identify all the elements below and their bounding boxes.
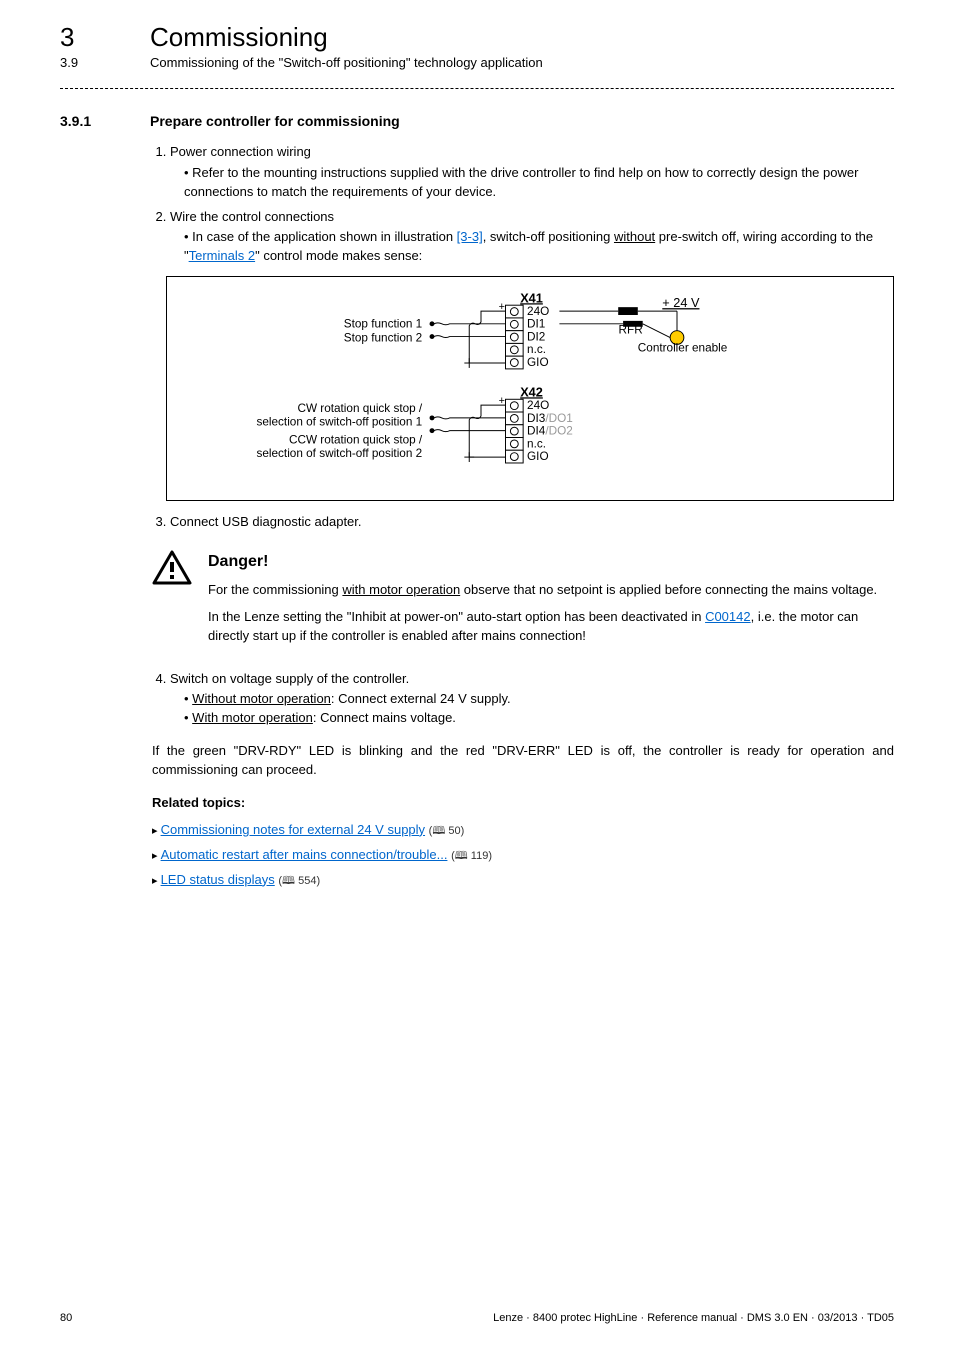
page-number: 80 [60,1312,72,1324]
ccw-quick-stop-label-1: CCW rotation quick stop / [289,433,423,446]
related-item-1: Commissioning notes for external 24 V su… [152,821,894,840]
related-link-1[interactable]: Commissioning notes for external 24 V su… [161,822,425,837]
step-3: Connect USB diagnostic adapter. [170,513,894,532]
x42-pin-24o: 24O [527,399,549,412]
chapter-title: Commissioning [150,22,328,53]
cw-quick-stop-label-1: CW rotation quick stop / [297,402,422,415]
page-ref-3: (🕮 554) [278,875,320,887]
terminals-link[interactable]: Terminals 2 [189,248,255,263]
step-1-bullet: Refer to the mounting instructions suppl… [184,164,894,202]
step-3-label: Connect USB diagnostic adapter. [170,514,362,529]
wiring-diagram: X41 + 24O DI1 DI2 n.c. GIO [166,276,894,501]
related-link-2[interactable]: Automatic restart after mains connection… [161,847,448,862]
related-item-3: LED status displays (🕮 554) [152,871,894,890]
step-1-label: Power connection wiring [170,144,311,159]
step-4: Switch on voltage supply of the controll… [170,670,894,729]
illustration-link[interactable]: [3-3] [457,229,483,244]
danger-paragraph-1: For the commissioning with motor operati… [208,581,894,600]
x42-pin-gio: GIO [527,450,549,463]
wiring-diagram-svg: X41 + 24O DI1 DI2 n.c. GIO [187,289,873,488]
warning-triangle-icon [152,550,192,586]
voltage-24v-label: + 24 V [662,295,700,310]
c00142-link[interactable]: C00142 [705,609,751,624]
x41-pin-gio: GIO [527,356,549,369]
step-1: Power connection wiring Refer to the mou… [170,143,894,202]
page-ref-2: (🕮 119) [451,850,492,862]
x41-pin-24o: 24O [527,305,549,318]
step-2: Wire the control connections In case of … [170,208,894,502]
x41-pin-nc: n.c. [527,343,546,356]
x41-pin-di1: DI1 [527,318,545,331]
danger-paragraph-2: In the Lenze setting the "Inhibit at pow… [208,608,894,646]
x42-terminal-block [506,399,524,463]
danger-notice: Danger! For the commissioning with motor… [152,550,894,654]
controller-enable-label: Controller enable [638,341,728,354]
step-4-bullet-1: Without motor operation: Connect externa… [184,690,894,709]
step-2-label: Wire the control connections [170,209,334,224]
x41-label: X41 [520,290,543,305]
rfr-label: RFR [619,324,643,337]
related-link-3[interactable]: LED status displays [161,872,275,887]
subsection-title: Prepare controller for commissioning [150,113,400,129]
stop-function-2-label: Stop function 2 [344,332,422,345]
step-2-bullet: In case of the application shown in illu… [184,228,894,266]
step-4-label: Switch on voltage supply of the controll… [170,671,409,686]
closing-paragraph: If the green "DRV-RDY" LED is blinking a… [152,742,894,780]
ccw-quick-stop-label-2: selection of switch-off position 2 [257,447,423,460]
x42-pin-di3: DI3/DO1 [527,412,573,425]
subsection-number: 3.9.1 [60,113,110,129]
voltage-block-icon [618,307,638,315]
x41-terminal-block [506,305,524,369]
x42-pin-di4: DI4/DO2 [527,425,573,438]
step-2-underline: without [614,229,655,244]
x42-label: X42 [520,384,543,399]
x41-pin-di2: DI2 [527,331,545,344]
related-item-2: Automatic restart after mains connection… [152,846,894,865]
page-ref-1: (🕮 50) [429,825,465,837]
section-title: Commissioning of the "Switch-off positio… [150,55,543,70]
step-4-bullet-2: With motor operation: Connect mains volt… [184,709,894,728]
divider [60,88,894,89]
footer-info: Lenze · 8400 protec HighLine · Reference… [493,1312,894,1324]
cw-quick-stop-label-2: selection of switch-off position 1 [257,416,423,429]
step-2-text: , switch-off positioning [483,229,614,244]
step-2-text: " control mode makes sense: [255,248,422,263]
danger-title: Danger! [208,550,894,573]
section-number: 3.9 [60,55,110,70]
stop-function-1-label: Stop function 1 [344,318,422,331]
x42-pin-nc: n.c. [527,437,546,450]
step-2-text: In case of the application shown in illu… [192,229,457,244]
related-topics-title: Related topics: [152,794,894,813]
chapter-number: 3 [60,22,110,53]
